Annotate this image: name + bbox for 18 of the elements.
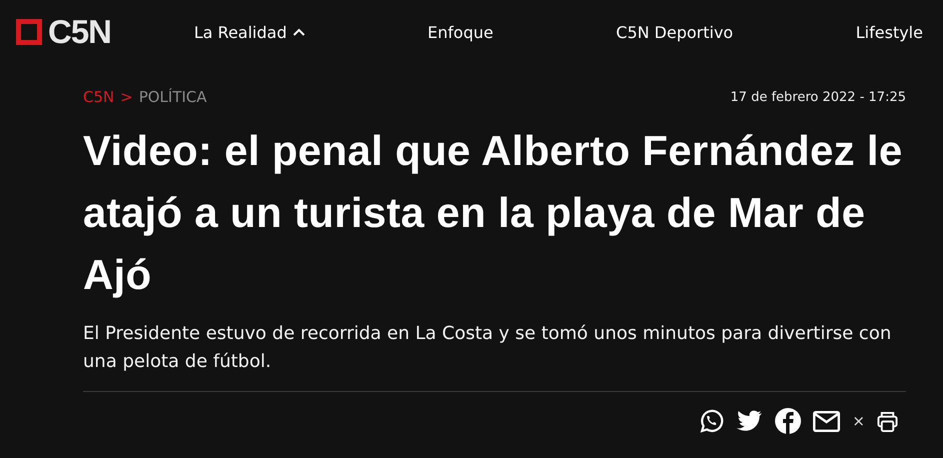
nav-link[interactable]: Enfoque bbox=[428, 22, 494, 42]
printer-icon[interactable] bbox=[877, 410, 898, 432]
nav-link[interactable]: Lifestyle bbox=[856, 22, 923, 42]
whatsapp-icon[interactable] bbox=[698, 408, 724, 434]
nav-link[interactable]: C5N Deportivo bbox=[616, 22, 734, 42]
headline: Video: el penal que Alberto Fernández le atajó a un turista en la playa de Mar de Ajó bbox=[83, 126, 904, 300]
publish-date: 17 de febrero 2022 - 17:25 bbox=[730, 90, 906, 104]
summary: El Presidente estuvo de recorrida en La Costa y se tomó unos minutos para divertirse con una pelota de fútbol. bbox=[83, 322, 892, 374]
breadcrumb-separator: > bbox=[120, 88, 133, 106]
breadcrumb-link[interactable]: C5N bbox=[83, 88, 114, 106]
close-button[interactable]: × bbox=[852, 412, 865, 430]
facebook-icon[interactable] bbox=[775, 408, 802, 434]
logo[interactable]: C5N bbox=[48, 13, 112, 51]
logo-square-icon bbox=[16, 19, 42, 45]
breadcrumb-link[interactable]: POLÍTICA bbox=[138, 88, 207, 106]
email-icon[interactable] bbox=[813, 410, 840, 432]
nav-link[interactable]: La Realidad bbox=[194, 22, 305, 42]
bird-icon[interactable] bbox=[736, 410, 764, 432]
